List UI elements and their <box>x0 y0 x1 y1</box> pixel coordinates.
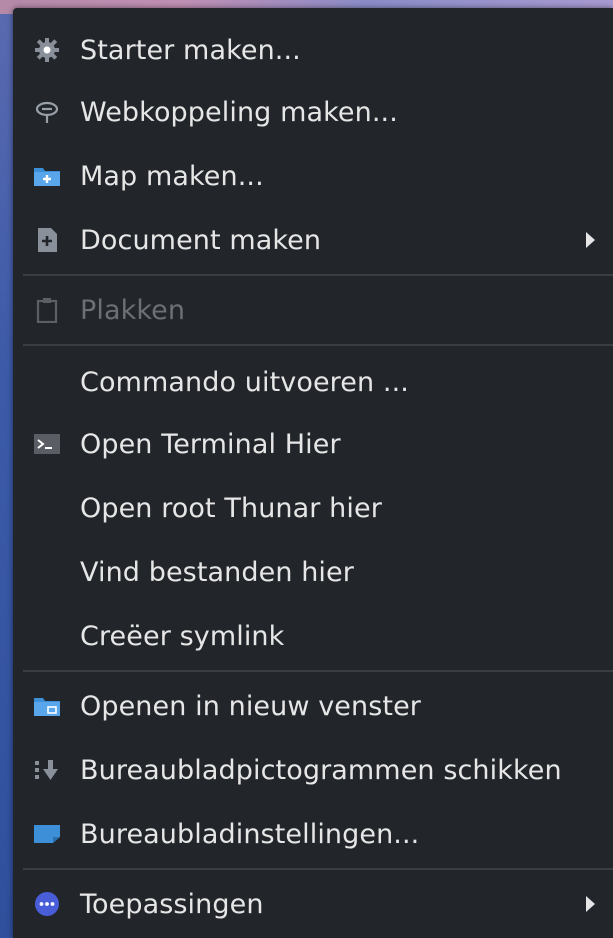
desktop-context-menu: Starter maken... Webkoppeling maken... M… <box>13 8 613 938</box>
menu-item-label: Plakken <box>80 294 186 326</box>
clipboard-icon <box>33 296 61 324</box>
menu-item-open-new-window[interactable]: Openen in nieuw venster <box>13 676 613 736</box>
arrange-icon <box>33 756 61 784</box>
menu-item-label: Starter maken... <box>80 34 301 66</box>
menu-item-desktop-settings[interactable]: Bureaubladinstellingen... <box>13 804 613 864</box>
menu-item-open-root-thunar[interactable]: Open root Thunar hier <box>13 478 613 538</box>
menu-item-arrange-icons[interactable]: Bureaubladpictogrammen schikken <box>13 740 613 800</box>
menu-item-label: Document maken <box>80 224 322 256</box>
menu-item-create-weblink[interactable]: Webkoppeling maken... <box>13 82 613 142</box>
submenu-arrow-icon <box>586 896 595 912</box>
menu-item-paste[interactable]: Plakken <box>13 280 613 340</box>
menu-item-label: Toepassingen <box>80 888 264 920</box>
menu-item-label: Commando uitvoeren ... <box>80 366 409 398</box>
menu-item-label: Open Terminal Hier <box>80 428 341 460</box>
folder-new-icon <box>33 162 61 190</box>
submenu-arrow-icon <box>586 232 595 248</box>
gear-icon <box>33 36 61 64</box>
menu-item-label: Map maken... <box>80 160 264 192</box>
document-new-icon <box>33 226 61 254</box>
menu-separator <box>23 344 613 346</box>
menu-item-label: Bureaubladpictogrammen schikken <box>80 754 562 786</box>
terminal-icon <box>33 430 61 458</box>
menu-item-label: Vind bestanden hier <box>80 556 354 588</box>
menu-item-open-terminal[interactable]: Open Terminal Hier <box>13 414 613 474</box>
desktop-settings-icon <box>33 820 61 848</box>
menu-item-label: Creëer symlink <box>80 620 285 652</box>
menu-item-create-folder[interactable]: Map maken... <box>13 146 613 206</box>
menu-item-run-command[interactable]: Commando uitvoeren ... <box>13 352 613 412</box>
menu-item-label: Webkoppeling maken... <box>80 96 398 128</box>
menu-separator <box>23 274 613 276</box>
menu-item-create-symlink[interactable]: Creëer symlink <box>13 606 613 666</box>
menu-item-label: Bureaubladinstellingen... <box>80 818 420 850</box>
menu-item-label: Openen in nieuw venster <box>80 690 421 722</box>
applications-icon <box>33 890 61 918</box>
menu-separator <box>23 868 613 870</box>
menu-item-label: Open root Thunar hier <box>80 492 382 524</box>
menu-item-create-launcher[interactable]: Starter maken... <box>13 20 613 80</box>
menu-separator <box>23 670 613 672</box>
menu-item-find-files[interactable]: Vind bestanden hier <box>13 542 613 602</box>
menu-item-applications[interactable]: Toepassingen <box>13 874 613 934</box>
link-icon <box>33 98 61 126</box>
menu-item-create-document[interactable]: Document maken <box>13 210 613 270</box>
folder-open-icon <box>33 692 61 720</box>
